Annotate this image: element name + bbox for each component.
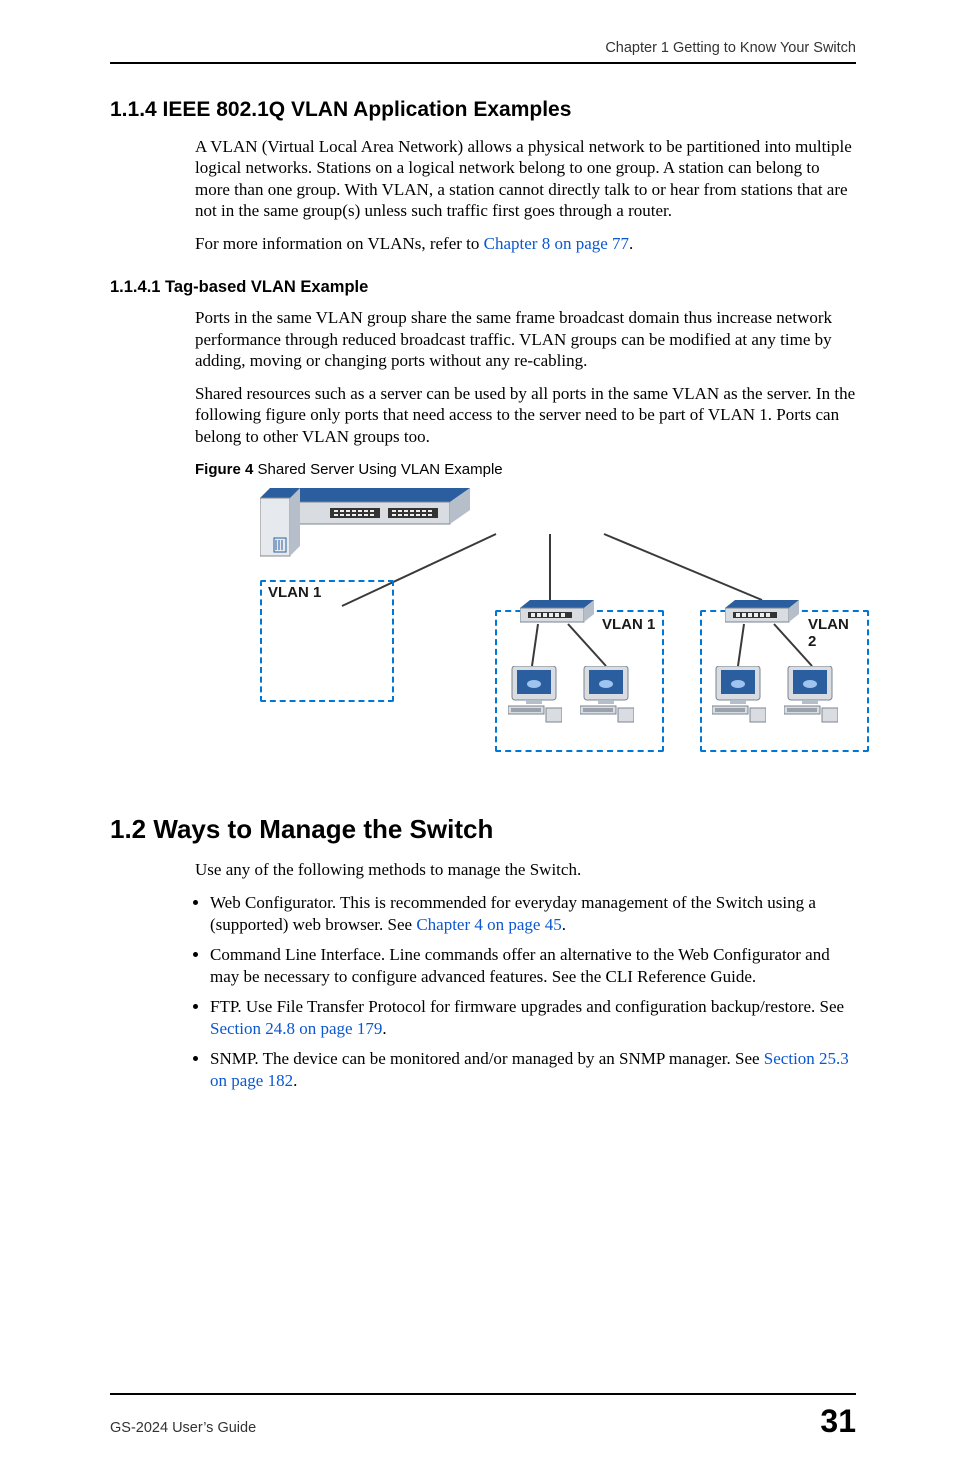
- vlan-label-server: VLAN 1: [268, 584, 321, 601]
- text: FTP. Use File Transfer Protocol for firm…: [210, 997, 844, 1016]
- server-tower-icon: [260, 488, 300, 560]
- para-vlan-intro: A VLAN (Virtual Local Area Network) allo…: [195, 136, 856, 221]
- link-chapter-4[interactable]: Chapter 4 on page 45: [416, 915, 561, 934]
- chapter-header: Chapter 1 Getting to Know Your Switch: [110, 40, 856, 64]
- text: Command Line Interface. Line commands of…: [210, 945, 830, 986]
- list-item: Command Line Interface. Line commands of…: [210, 944, 856, 988]
- workstation-4-icon: [784, 666, 838, 726]
- figure-caption: Figure 4 Shared Server Using VLAN Exampl…: [195, 461, 856, 480]
- heading-1-2: 1.2 Ways to Manage the Switch: [110, 814, 856, 845]
- para-tag-vlan-1: Ports in the same VLAN group share the s…: [195, 307, 856, 371]
- figure-title: Shared Server Using VLAN Example: [253, 461, 502, 478]
- heading-1-1-4: 1.1.4 IEEE 802.1Q VLAN Application Examp…: [110, 98, 856, 122]
- link-chapter-8[interactable]: Chapter 8 on page 77: [484, 234, 629, 253]
- text: For more information on VLANs, refer to: [195, 234, 484, 253]
- para-tag-vlan-2: Shared resources such as a server can be…: [195, 383, 856, 447]
- manage-methods-list: Web Configurator. This is recommended fo…: [210, 892, 856, 1093]
- vlan-label-2: VLAN 2: [808, 616, 849, 650]
- list-item: FTP. Use File Transfer Protocol for firm…: [210, 996, 856, 1040]
- heading-1-1-4-1: 1.1.4.1 Tag-based VLAN Example: [110, 278, 856, 297]
- workstation-2-icon: [580, 666, 634, 726]
- footer-guide-name: GS-2024 User’s Guide: [110, 1420, 256, 1436]
- page-number: 31: [820, 1403, 856, 1440]
- sub-switch-1-icon: [520, 600, 594, 624]
- text: .: [293, 1071, 297, 1090]
- list-item: Web Configurator. This is recommended fo…: [210, 892, 856, 936]
- link-section-24-8[interactable]: Section 24.8 on page 179: [210, 1019, 382, 1038]
- list-item: SNMP. The device can be monitored and/or…: [210, 1048, 856, 1092]
- workstation-3-icon: [712, 666, 766, 726]
- para-manage-intro: Use any of the following methods to mana…: [195, 859, 856, 880]
- figure-4-diagram: VLAN 1 VLAN 1 VLAN 2: [260, 488, 820, 768]
- vlan-label-1: VLAN 1: [602, 616, 655, 633]
- figure-label: Figure 4: [195, 461, 253, 478]
- text: .: [629, 234, 633, 253]
- text: .: [562, 915, 566, 934]
- para-vlan-ref: For more information on VLANs, refer to …: [195, 233, 856, 254]
- text: SNMP. The device can be monitored and/or…: [210, 1049, 764, 1068]
- sub-switch-2-icon: [725, 600, 799, 624]
- text: .: [382, 1019, 386, 1038]
- workstation-1-icon: [508, 666, 562, 726]
- page-footer: GS-2024 User’s Guide 31: [110, 1393, 856, 1440]
